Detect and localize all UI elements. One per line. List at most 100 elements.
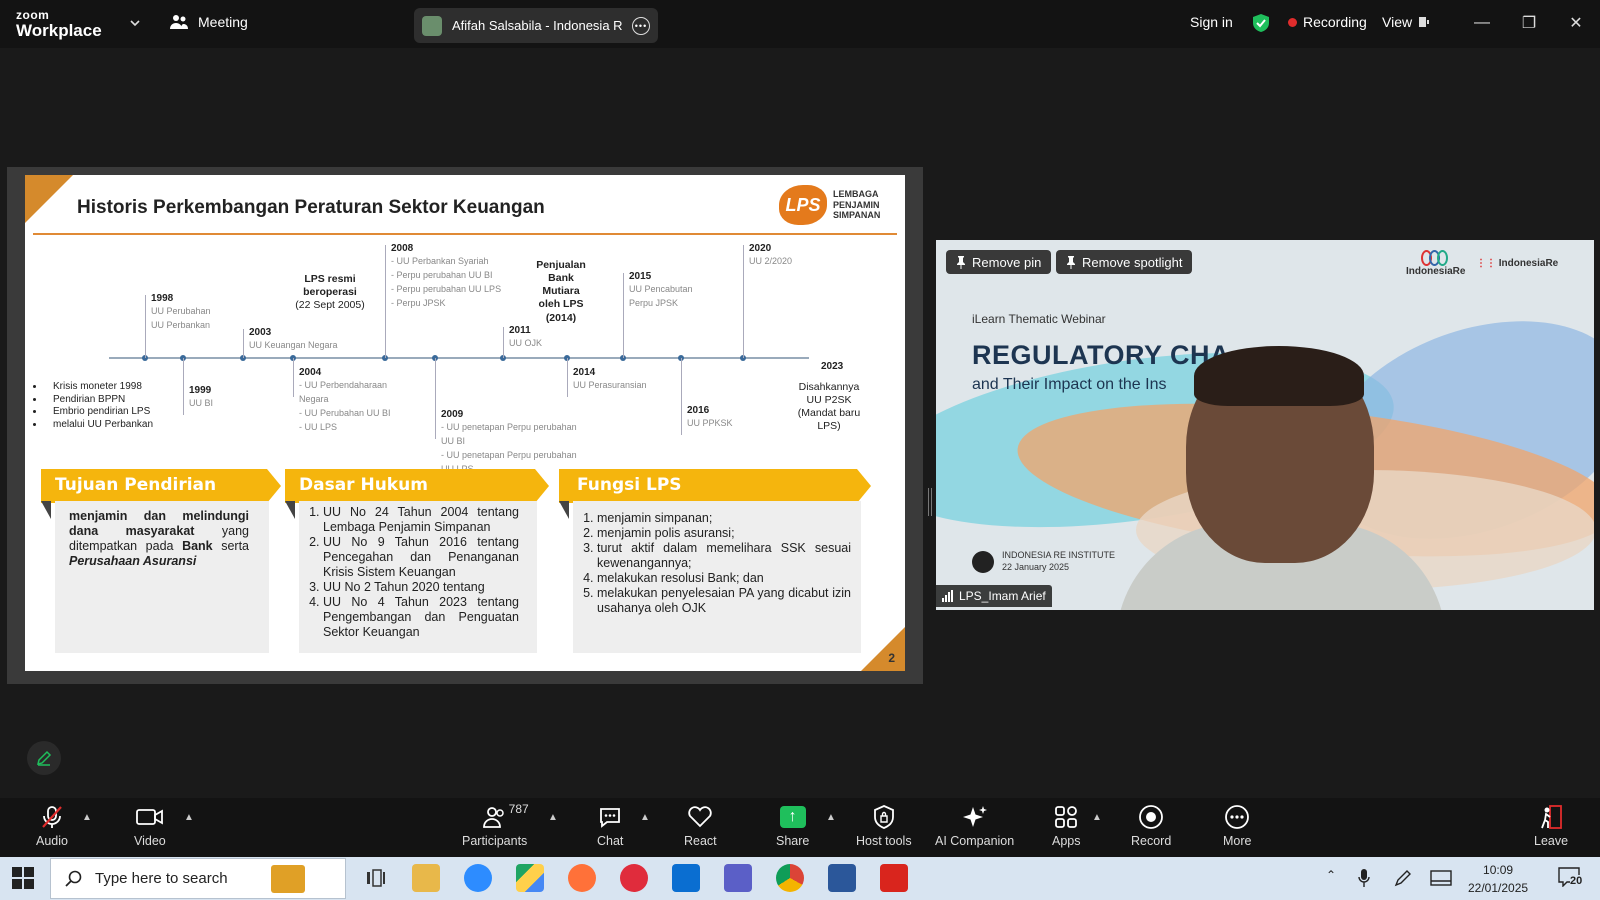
share-label: Share — [776, 834, 810, 848]
chevron-up-icon[interactable]: ⌃ — [1326, 868, 1336, 882]
logo-top-text: zoom — [16, 8, 50, 22]
timeline-event-line: - UU penetapan Perpu perubahan — [441, 449, 577, 460]
institute-name: INDONESIA RE INSTITUTE — [1002, 550, 1116, 560]
shield-check-icon[interactable] — [1252, 13, 1270, 33]
word-icon[interactable] — [828, 864, 856, 892]
remove-spotlight-button[interactable]: Remove spotlight — [1056, 250, 1193, 274]
caret-up-icon[interactable]: ▲ — [548, 812, 558, 823]
bullet-item: Embrio pendirian LPS — [33, 406, 153, 419]
timeline-event-line: - UU Perbankan Syariah — [391, 256, 489, 266]
bullet-item: Krisis moneter 1998 — [33, 381, 153, 394]
audio-label: Audio — [36, 834, 68, 848]
apps-button[interactable]: Apps — [1052, 804, 1081, 848]
record-icon — [1139, 805, 1164, 829]
timeline-connector — [567, 358, 568, 397]
restore-icon[interactable]: ❐ — [1517, 12, 1541, 34]
recording-indicator[interactable]: Recording — [1288, 14, 1367, 30]
acrobat-icon[interactable] — [880, 864, 908, 892]
timeline-event: - UU Perbankan Syariah - Perpu perubahan … — [391, 255, 501, 311]
corner-decoration — [25, 175, 73, 223]
slide-title: Historis Perkembangan Peraturan Sektor K… — [77, 197, 545, 218]
notification-center[interactable]: 20 — [1558, 867, 1584, 889]
timeline-event-line: UU BI — [441, 435, 466, 446]
host-tools-button[interactable]: Host tools — [856, 804, 912, 848]
minimize-icon[interactable]: — — [1470, 12, 1494, 34]
timeline-year: 2004 — [299, 367, 322, 378]
logo-line: LEMBAGA — [833, 189, 879, 200]
timeline-event-line: - UU Perubahan UU BI — [299, 407, 391, 418]
view-menu[interactable]: View — [1382, 14, 1430, 30]
timeline-event-line: - Perpu perubahan UU LPS — [391, 283, 502, 294]
timeline-event-line: - UU Perbendaharaan — [299, 380, 388, 390]
apps-label: Apps — [1052, 834, 1081, 848]
band-arrow — [267, 469, 281, 503]
annotate-button[interactable] — [27, 741, 61, 775]
caret-up-icon[interactable]: ▲ — [184, 812, 194, 823]
ai-companion-label: AI Companion — [935, 834, 1015, 848]
share-button[interactable]: ↑ Share — [776, 804, 809, 848]
timeline-event: UU OJK — [509, 337, 542, 351]
windows-taskbar: Type here to search ⌃ 10:09 22/01/2025 2… — [0, 857, 1600, 900]
chrome-icon[interactable] — [776, 864, 804, 892]
chevron-down-icon[interactable] — [128, 16, 142, 30]
meeting-menu[interactable]: Meeting — [170, 14, 248, 30]
splitter-handle[interactable] — [928, 488, 932, 516]
bank-mutiara-note: Penjualan Bank Mutiara oleh LPS (2014) — [531, 259, 591, 325]
remove-pin-button[interactable]: Remove pin — [946, 250, 1052, 274]
more-button[interactable]: More — [1223, 804, 1251, 848]
sign-in-label: Sign in — [1190, 14, 1233, 30]
firefox-icon[interactable] — [568, 864, 596, 892]
chat-icon — [600, 808, 621, 828]
meeting-tab[interactable]: Afifah Salsabila - Indonesia Re's s ••• — [414, 8, 658, 43]
microphone-icon[interactable] — [1358, 868, 1370, 888]
video-tile[interactable]: iLearn Thematic Webinar REGULATORY CHA a… — [936, 240, 1594, 610]
search-highlight-icon — [271, 865, 305, 893]
system-clock[interactable]: 10:09 22/01/2025 — [1468, 861, 1528, 897]
windows-start-icon[interactable] — [12, 867, 34, 889]
timeline-connector — [183, 358, 184, 415]
ai-companion-button[interactable]: AI Companion — [935, 804, 1014, 848]
outlook-icon[interactable] — [672, 864, 700, 892]
meeting-label: Meeting — [198, 14, 248, 30]
band-arrow — [535, 469, 549, 503]
apps-grid-icon — [1055, 806, 1078, 828]
caret-up-icon[interactable]: ▲ — [826, 812, 836, 823]
fungsi-item: turut aktif dalam memelihara SSK sesuai … — [597, 541, 851, 571]
display-icon[interactable] — [1430, 870, 1452, 886]
tujuan-text: menjamin dan melindungi dana masyarakat … — [69, 509, 249, 569]
file-explorer-icon[interactable] — [412, 864, 440, 892]
leave-button[interactable]: Leave — [1534, 804, 1568, 848]
timeline-event: UU PPKSK — [687, 417, 733, 431]
timeline-event-line: UU Pencabutan — [629, 284, 693, 294]
timeline-event: UU Keuangan Negara — [249, 339, 338, 353]
google-drive-icon[interactable] — [516, 864, 544, 892]
teams-icon[interactable] — [724, 864, 752, 892]
logo-text: IndonesiaRe — [1498, 258, 1559, 269]
caret-up-icon[interactable]: ▲ — [82, 812, 92, 823]
timeline-connector — [293, 358, 294, 397]
task-view-icon[interactable] — [366, 869, 386, 887]
participants-button[interactable]: 787 Participants — [462, 802, 529, 848]
timeline-connector — [623, 273, 624, 358]
close-icon[interactable]: ✕ — [1564, 12, 1588, 34]
record-button[interactable]: Record — [1131, 804, 1171, 848]
react-button[interactable]: React — [684, 804, 717, 848]
pin-icon — [1067, 255, 1075, 269]
caret-up-icon[interactable]: ▲ — [640, 812, 650, 823]
taskbar-search-input[interactable]: Type here to search — [50, 858, 346, 899]
box-shadow-decoration — [559, 501, 569, 519]
chat-button[interactable]: Chat — [597, 804, 623, 848]
dasar-item: UU No 9 Tahun 2016 tentang Pencegahan da… — [323, 535, 519, 580]
video-button[interactable]: Video — [134, 804, 166, 848]
zoom-app-icon[interactable] — [464, 864, 492, 892]
timeline-event: UU Perasuransian — [573, 379, 647, 393]
timeline-event-line: UU Perbankan — [151, 319, 211, 330]
timeline-event: UU 2/2020 — [749, 255, 792, 269]
security-app-icon[interactable] — [620, 864, 648, 892]
caret-up-icon[interactable]: ▲ — [1092, 812, 1102, 823]
pen-icon[interactable] — [1394, 869, 1414, 887]
audio-button[interactable]: Audio — [36, 804, 68, 848]
note-line: Penjualan — [536, 259, 586, 271]
sign-in-link[interactable]: Sign in — [1190, 14, 1233, 30]
more-options-icon[interactable]: ••• — [632, 16, 650, 35]
